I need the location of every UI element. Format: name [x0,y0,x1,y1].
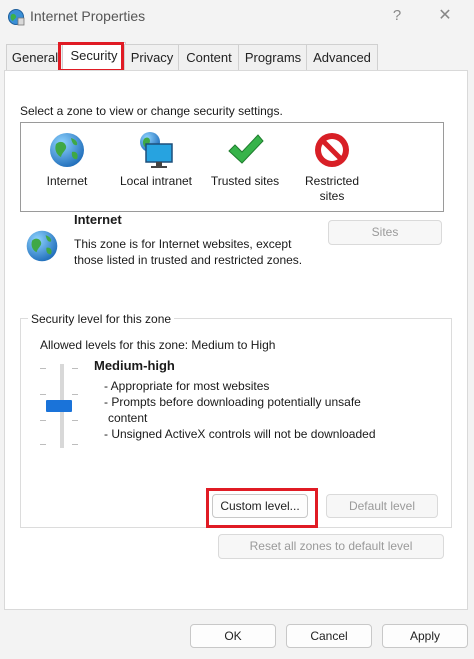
slider-tick [40,394,46,395]
security-level-name: Medium-high [94,358,175,373]
selected-zone-description: This zone is for Internet websites, exce… [74,237,303,267]
green-checkmark-icon [225,130,265,170]
zone-label: Local intranet [119,174,193,188]
security-level-slider-thumb[interactable] [46,400,72,412]
zone-internet[interactable]: Internet [38,130,96,189]
ok-button[interactable]: OK [190,624,276,648]
level-bullet: - Unsigned ActiveX controls will not be … [104,427,376,441]
tab-security[interactable]: Security [62,42,126,70]
cancel-button[interactable]: Cancel [286,624,372,648]
zone-label: Restricted sites [304,174,360,203]
security-level-description: - Appropriate for most websites - Prompt… [104,378,404,442]
slider-tick [40,444,46,445]
globe-icon [47,130,87,170]
slider-tick [72,420,78,421]
zone-label: Trusted sites [210,174,280,188]
custom-level-button[interactable]: Custom level... [212,494,308,518]
reset-all-zones-button[interactable]: Reset all zones to default level [218,534,444,559]
sites-button[interactable]: Sites [328,220,442,245]
level-bullet: - Prompts before downloading potentially… [104,395,361,409]
slider-tick [72,368,78,369]
help-button[interactable]: ? [384,5,410,27]
zone-label: Internet [46,174,88,188]
tab-privacy[interactable]: Privacy [124,44,180,70]
slider-tick [72,394,78,395]
selected-zone-globe-icon [24,228,60,264]
red-no-entry-icon [312,130,352,170]
level-bullet: content [108,411,148,425]
tab-bar: General Security Privacy Content Program… [0,42,474,70]
slider-tick [40,420,46,421]
internet-properties-icon [7,8,25,26]
selected-zone-title: Internet [74,212,122,227]
window-title: Internet Properties [30,8,146,24]
zone-restricted-sites[interactable]: Restricted sites [296,130,368,204]
tab-content[interactable]: Content [178,44,240,70]
tab-general[interactable]: General [6,44,64,70]
tab-advanced[interactable]: Advanced [306,44,378,70]
close-button[interactable]: ✕ [430,5,460,27]
allowed-levels-text: Allowed levels for this zone: Medium to … [40,338,276,352]
slider-tick [72,444,78,445]
zone-trusted-sites[interactable]: Trusted sites [206,130,284,189]
slider-tick [40,368,46,369]
security-level-label: Security level for this zone [28,312,175,326]
tab-programs[interactable]: Programs [238,44,308,70]
intranet-globe-monitor-icon [136,130,176,170]
level-bullet: - Appropriate for most websites [104,379,270,393]
zone-local-intranet[interactable]: Local intranet [110,130,202,189]
default-level-button[interactable]: Default level [326,494,438,518]
apply-button[interactable]: Apply [382,624,468,648]
zone-prompt: Select a zone to view or change security… [20,104,283,118]
